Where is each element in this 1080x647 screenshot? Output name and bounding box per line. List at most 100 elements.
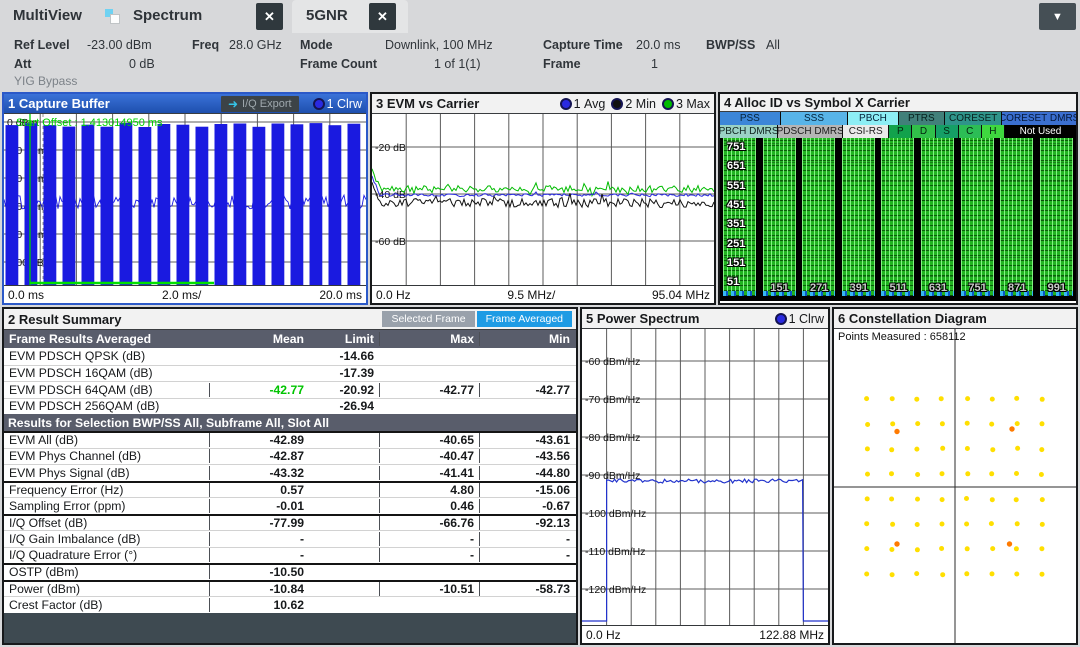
ref-level-value[interactable]: -23.00 dBm xyxy=(87,38,152,52)
tab-spectrum[interactable]: Spectrum xyxy=(133,7,202,24)
power-spectrum-plot[interactable]: -60 dBm/Hz-70 dBm/Hz-80 dBm/Hz-90 dBm/Hz… xyxy=(582,329,828,625)
result-value: -66.76 xyxy=(379,516,479,530)
evm-legend-label: Max xyxy=(686,97,710,111)
tab-bar: MultiView Spectrum ✕ 5GNR ✕ ▼ xyxy=(0,0,1080,33)
svg-text:-100 dBm/Hz: -100 dBm/Hz xyxy=(585,508,646,520)
svg-text:-70 dBm/Hz: -70 dBm/Hz xyxy=(585,394,640,406)
col-min: Min xyxy=(479,332,576,346)
result-value: 0.57 xyxy=(209,483,304,497)
capture-buffer-x-axis: 0.0 ms 2.0 ms/ 20.0 ms xyxy=(4,285,366,303)
x-tick-perdiv: 2.0 ms/ xyxy=(162,288,201,302)
result-label: I/Q Quadrature Error (°) xyxy=(4,548,209,562)
capture-time-value[interactable]: 20.0 ms xyxy=(636,38,680,52)
close-spectrum-tab-button[interactable]: ✕ xyxy=(256,3,283,30)
result-value: -42.77 xyxy=(479,383,576,397)
evm-legend-avg: 1 Avg xyxy=(560,97,606,111)
result-label: EVM Phys Channel (dB) xyxy=(4,449,209,463)
alloc-y-tick: 551 xyxy=(727,180,745,192)
trace1-dot-icon xyxy=(313,98,325,110)
alloc-column-group xyxy=(763,138,796,296)
col-max: Max xyxy=(379,332,479,346)
result-value: -43.56 xyxy=(479,449,576,463)
capture-buffer-title: 1 Capture Buffer xyxy=(8,96,110,111)
svg-text:-60 dBm/Hz: -60 dBm/Hz xyxy=(585,356,640,368)
freq-label: Freq xyxy=(192,38,219,52)
result-value: - xyxy=(209,548,304,562)
alloc-legend-row1: PSSSSSPBCHPTRSCORESETCORESET DMRS xyxy=(720,112,1076,125)
result-label: Frequency Error (Hz) xyxy=(4,483,209,497)
result-table-header: Frame Results AveragedMeanLimitMaxMin xyxy=(4,330,576,348)
result-summary-table: Frame Results AveragedMeanLimitMaxMin EVM… xyxy=(4,330,576,613)
result-value: -92.13 xyxy=(479,516,576,530)
frame-count-value[interactable]: 1 of 1(1) xyxy=(434,57,481,71)
selected-frame-tab[interactable]: Selected Frame xyxy=(382,311,474,327)
evm-legend-max: 3 Max xyxy=(662,97,710,111)
result-value: - xyxy=(209,532,304,546)
result-value: -43.61 xyxy=(479,433,576,447)
alloc-y-tick: 251 xyxy=(727,238,745,250)
result-row: Power (dBm)-10.84-10.51-58.73 xyxy=(4,580,576,597)
result-value: 4.80 xyxy=(379,483,479,497)
result-value: 10.62 xyxy=(209,598,304,612)
result-value: -17.39 xyxy=(304,366,379,380)
export-arrow-icon: ➜ xyxy=(228,98,238,110)
freq-value[interactable]: 28.0 GHz xyxy=(229,38,282,52)
evm-plot[interactable]: -20 dB-40 dB-60 dB xyxy=(372,114,714,285)
result-label: Crest Factor (dB) xyxy=(4,598,209,612)
result-label: EVM PDSCH 64QAM (dB) xyxy=(4,383,209,397)
result-value: -0.01 xyxy=(209,499,304,513)
trace2-dot-icon xyxy=(611,98,623,110)
alloc-y-tick: 651 xyxy=(727,160,745,172)
alloc-legend-row2: PBCH DMRSPDSCH DMRSCSI-RSPDSCHNot Used xyxy=(720,125,1076,138)
panel-constellation: 6 Constellation Diagram Points Measured … xyxy=(832,307,1078,645)
frame-value[interactable]: 1 xyxy=(651,57,658,71)
alloc-x-tick: 271 xyxy=(806,282,832,294)
iq-export-button[interactable]: ➜ I/Q Export xyxy=(221,96,299,112)
frame-averaged-tab[interactable]: Frame Averaged xyxy=(477,311,572,327)
att-value[interactable]: 0 dB xyxy=(129,57,155,71)
result-value: -14.66 xyxy=(304,349,379,363)
close-icon: ✕ xyxy=(377,9,388,24)
power-trace-label: 1 Clrw xyxy=(789,312,824,326)
svg-text:-60 dB: -60 dB xyxy=(375,236,406,248)
close-5gnr-tab-button[interactable]: ✕ xyxy=(369,3,396,30)
svg-text:-110 dBm/Hz: -110 dBm/Hz xyxy=(585,546,646,558)
bwp-ss-label: BWP/SS xyxy=(706,38,755,52)
alloc-legend-c: C xyxy=(959,125,981,138)
close-icon: ✕ xyxy=(264,9,275,24)
power-spectrum-title: 5 Power Spectrum xyxy=(586,311,699,326)
bwp-ss-value[interactable]: All xyxy=(766,38,780,52)
alloc-legend-d: D xyxy=(912,125,934,138)
power-x-axis: 0.0 Hz 122.88 MHz xyxy=(582,625,828,643)
result-row: EVM All (dB)-42.89-40.65-43.61 xyxy=(4,431,576,448)
svg-text:-20 dB: -20 dB xyxy=(375,142,406,154)
multiview-button[interactable]: MultiView xyxy=(13,7,82,24)
constellation-plot[interactable]: Points Measured : 658112 xyxy=(834,329,1076,643)
result-section-header: Results for Selection BWP/SS All, Subfra… xyxy=(4,414,576,431)
result-row: EVM Phys Signal (dB)-43.32-41.41-44.80 xyxy=(4,464,576,481)
capture-buffer-plot[interactable]: 0 dBm-20 dBm-40 dBm-60 dBm-80 dBm-100 dB… xyxy=(4,114,366,285)
result-value: -10.50 xyxy=(209,565,304,579)
alloc-legend-sss: SSS xyxy=(781,112,848,125)
x-tick-end: 122.88 MHz xyxy=(759,628,824,642)
analyzer-screen: MultiView Spectrum ✕ 5GNR ✕ ▼ Ref Level … xyxy=(0,0,1080,647)
result-value: - xyxy=(479,548,576,562)
alloc-x-tick: 751 xyxy=(965,282,991,294)
alloc-x-tick: 991 xyxy=(1044,282,1070,294)
alloc-sync-markers xyxy=(723,291,756,296)
result-value: -58.73 xyxy=(479,582,576,596)
result-value: -42.77 xyxy=(209,383,304,397)
mode-value[interactable]: Downlink, 100 MHz xyxy=(385,38,493,52)
result-label: OSTP (dBm) xyxy=(4,565,209,579)
capture-trace-label: 1 Clrw xyxy=(327,97,362,111)
chevron-down-icon: ▼ xyxy=(1052,11,1063,23)
alloc-grid[interactable]: 7516515514513512511515115127139151163175… xyxy=(720,138,1076,301)
alloc-legend-csi-rs: CSI-RS xyxy=(843,125,888,138)
alloc-x-tick: 151 xyxy=(767,282,793,294)
constellation-title: 6 Constellation Diagram xyxy=(838,311,987,326)
alloc-legend-pdsch-dmrs: PDSCH DMRS xyxy=(778,125,842,138)
window-menu-button[interactable]: ▼ xyxy=(1039,3,1076,30)
evm-x-axis: 0.0 Hz 9.5 MHz/ 95.04 MHz xyxy=(372,285,714,303)
start-offset-annotation: Start Offset : 1.413014950 ms xyxy=(16,117,163,129)
result-value: -15.06 xyxy=(479,483,576,497)
